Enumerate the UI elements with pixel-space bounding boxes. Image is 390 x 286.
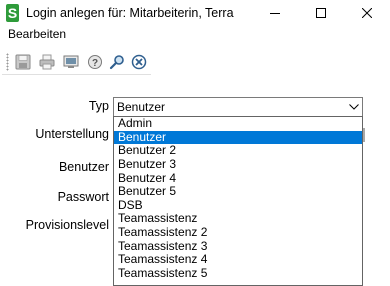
typ-dropdown-list: Admin Benutzer Benutzer 2 Benutzer 3 Benutze… <box>113 116 363 286</box>
print-icon <box>39 54 55 70</box>
close-circle-icon <box>131 54 147 70</box>
close-button[interactable] <box>344 0 390 26</box>
typ-option[interactable]: Teamassistenz 3 <box>114 239 362 254</box>
typ-select-value: Benutzer <box>117 100 166 114</box>
window-title: Login anlegen für: Mitarbeiterin, Terra <box>26 6 234 20</box>
typ-options: Admin Benutzer Benutzer 2 Benutzer 3 Benutze… <box>114 116 362 281</box>
save-icon <box>15 54 31 70</box>
typ-option[interactable]: Benutzer 4 <box>114 171 362 186</box>
app-logo-icon: S <box>6 4 19 22</box>
toolbar-grip[interactable] <box>6 53 9 71</box>
search-icon <box>109 55 124 70</box>
toolbar: ? <box>0 46 390 76</box>
typ-option[interactable]: DSB <box>114 198 362 213</box>
label-typ: Typ <box>88 99 109 113</box>
menu-bar: Bearbeiten <box>0 26 390 44</box>
chevron-down-icon <box>349 104 359 110</box>
monitor-icon <box>63 55 79 68</box>
save-button[interactable] <box>14 53 32 71</box>
typ-option[interactable]: Teamassistenz 5 <box>114 266 362 281</box>
cancel-button[interactable] <box>130 53 148 71</box>
typ-select[interactable]: Benutzer <box>113 97 363 117</box>
typ-select-toggle[interactable] <box>345 98 362 116</box>
typ-option[interactable]: Teamassistenz 4 <box>114 253 362 267</box>
print-button[interactable] <box>38 53 56 71</box>
typ-option[interactable]: Benutzer 5 <box>114 185 362 199</box>
minimize-icon <box>270 13 280 14</box>
close-icon <box>362 8 372 18</box>
unterstellung-field-edge <box>363 128 365 142</box>
title-bar: S Login anlegen für: Mitarbeiterin, Terr… <box>0 0 390 26</box>
maximize-icon <box>316 8 326 18</box>
typ-option[interactable]: Admin <box>114 116 362 131</box>
typ-option[interactable]: Teamassistenz 2 <box>114 225 362 240</box>
help-icon: ? <box>88 55 102 69</box>
typ-option[interactable]: Benutzer <box>114 130 362 145</box>
toolbar-strip: ? <box>2 47 151 75</box>
help-button[interactable]: ? <box>86 53 104 71</box>
label-provisionslevel: Provisionslevel <box>25 218 109 232</box>
svg-text:?: ? <box>92 58 98 69</box>
menu-bearbeiten[interactable]: Bearbeiten <box>8 27 66 41</box>
label-unterstellung: Unterstellung <box>35 127 109 141</box>
typ-option[interactable]: Benutzer 3 <box>114 157 362 172</box>
search-button[interactable] <box>108 53 126 71</box>
maximize-button[interactable] <box>298 0 344 26</box>
label-benutzer: Benutzer <box>58 160 109 174</box>
typ-option[interactable]: Teamassistenz <box>114 212 362 226</box>
label-passwort: Passwort <box>57 190 109 204</box>
typ-option[interactable]: Benutzer 2 <box>114 144 362 158</box>
monitor-button[interactable] <box>62 53 80 71</box>
minimize-button[interactable] <box>252 0 298 26</box>
